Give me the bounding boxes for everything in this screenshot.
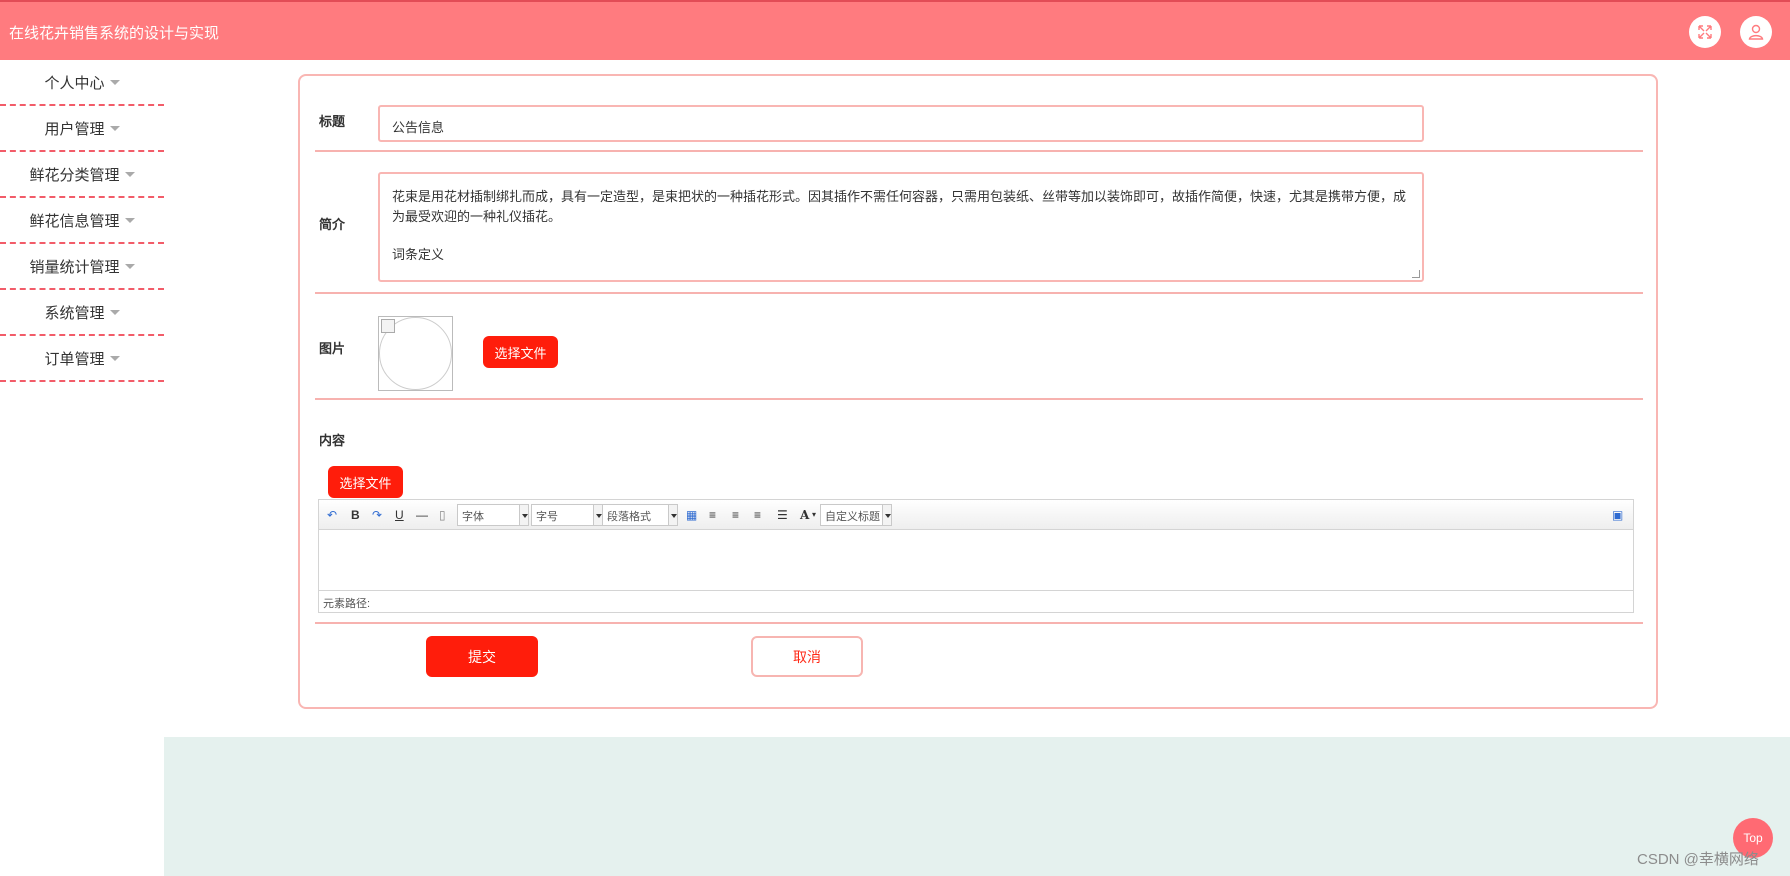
chevron-down-icon[interactable] xyxy=(520,504,529,526)
sidebar: 个人中心 用户管理 鲜花分类管理 鲜花信息管理 销量统计管理 系统管理 订单管理 xyxy=(0,60,164,382)
horizontal-rule-icon[interactable]: — xyxy=(416,507,428,523)
choose-content-file-button[interactable]: 选择文件 xyxy=(328,466,403,498)
sidebar-item-label: 用户管理 xyxy=(44,120,105,138)
footer-area xyxy=(164,737,1790,876)
intro-text-line: 词条定义 xyxy=(392,247,445,262)
justify-icon[interactable]: ☰ xyxy=(777,507,788,523)
sidebar-item-personal-center[interactable]: 个人中心 xyxy=(0,60,164,106)
sidebar-item-user-management[interactable]: 用户管理 xyxy=(0,106,164,152)
content-label: 内容 xyxy=(319,433,346,448)
chevron-down-icon[interactable] xyxy=(669,504,678,526)
submit-button[interactable]: 提交 xyxy=(426,636,538,677)
title-input[interactable]: 公告信息 xyxy=(378,105,1424,142)
caret-down-icon xyxy=(109,79,120,85)
align-center-icon[interactable]: ≡ xyxy=(754,507,761,523)
sidebar-item-label: 个人中心 xyxy=(44,74,105,92)
image-preview xyxy=(378,316,453,391)
fullscreen-button[interactable] xyxy=(1689,16,1721,48)
monitor-icon[interactable]: ▣ xyxy=(1612,507,1623,523)
top-header: 在线花卉销售系统的设计与实现 xyxy=(0,0,1790,60)
user-menu-button[interactable] xyxy=(1740,16,1772,48)
watermark: CSDN @幸横网络 xyxy=(1637,851,1759,868)
intro-text-line: 为最受欢迎的一种礼仪插花。 xyxy=(392,209,562,224)
caret-down-icon xyxy=(124,263,135,269)
chevron-down-icon[interactable]: ▾ xyxy=(812,507,816,523)
sidebar-item-label: 订单管理 xyxy=(44,350,105,368)
font-family-select[interactable]: 字体 xyxy=(457,504,520,526)
align-left-icon[interactable]: ≡ xyxy=(709,507,716,523)
sidebar-item-label: 系统管理 xyxy=(44,304,105,322)
editor-toolbar: ↶ B ↷ U — ▯ 字体 字号 段落格式 ▦ ≡ ≡ ≡ ☰ A ▾ 自定义… xyxy=(319,500,1633,530)
title-label: 标题 xyxy=(319,114,346,129)
intro-textarea[interactable]: 花束是用花材插制绑扎而成，具有一定造型，是束把状的一种插花形式。因其插作不需任何… xyxy=(378,172,1424,282)
user-icon xyxy=(1748,24,1764,40)
bold-button[interactable]: B xyxy=(351,507,360,523)
chevron-down-icon[interactable] xyxy=(883,504,892,526)
element-path-bar: 元素路径: xyxy=(319,590,1633,612)
image-label: 图片 xyxy=(319,341,346,356)
caret-down-icon xyxy=(109,309,120,315)
intro-label: 简介 xyxy=(319,217,346,232)
caret-down-icon xyxy=(109,355,120,361)
sidebar-item-sales-stats[interactable]: 销量统计管理 xyxy=(0,244,164,290)
sidebar-item-flower-category[interactable]: 鲜花分类管理 xyxy=(0,152,164,198)
underline-button[interactable]: U xyxy=(395,507,404,523)
cancel-button[interactable]: 取消 xyxy=(751,636,863,677)
caret-down-icon xyxy=(109,125,120,131)
resize-handle[interactable] xyxy=(1412,270,1420,278)
font-size-select[interactable]: 字号 xyxy=(531,504,594,526)
announcement-form: 标题 公告信息 简介 花束是用花材插制绑扎而成，具有一定造型，是束把状的一种插花… xyxy=(298,74,1658,709)
editor-content-area[interactable] xyxy=(319,530,1633,588)
sidebar-item-label: 销量统计管理 xyxy=(29,258,120,276)
sidebar-item-flower-info[interactable]: 鲜花信息管理 xyxy=(0,198,164,244)
redo-icon[interactable]: ↷ xyxy=(372,507,382,523)
table-icon[interactable]: ▦ xyxy=(686,507,697,523)
app-title: 在线花卉销售系统的设计与实现 xyxy=(9,25,220,42)
align-right-icon[interactable]: ≡ xyxy=(732,507,739,523)
choose-image-button[interactable]: 选择文件 xyxy=(483,336,558,368)
font-color-button[interactable]: A xyxy=(800,507,809,523)
sidebar-item-orders[interactable]: 订单管理 xyxy=(0,336,164,382)
broken-image-icon xyxy=(381,319,395,333)
sidebar-item-label: 鲜花分类管理 xyxy=(29,166,120,184)
sidebar-item-label: 鲜花信息管理 xyxy=(29,212,120,230)
expand-icon xyxy=(1698,25,1712,39)
caret-down-icon xyxy=(124,217,135,223)
rich-text-editor: ↶ B ↷ U — ▯ 字体 字号 段落格式 ▦ ≡ ≡ ≡ ☰ A ▾ 自定义… xyxy=(318,499,1634,613)
paragraph-format-select[interactable]: 段落格式 xyxy=(602,504,669,526)
sidebar-item-system[interactable]: 系统管理 xyxy=(0,290,164,336)
intro-text-line: 花束是用花材插制绑扎而成，具有一定造型，是束把状的一种插花形式。因其插作不需任何… xyxy=(392,189,1407,204)
custom-title-select[interactable]: 自定义标题 xyxy=(820,504,883,526)
undo-icon[interactable]: ↶ xyxy=(327,507,337,523)
paste-icon[interactable]: ▯ xyxy=(439,507,446,523)
caret-down-icon xyxy=(124,171,135,177)
